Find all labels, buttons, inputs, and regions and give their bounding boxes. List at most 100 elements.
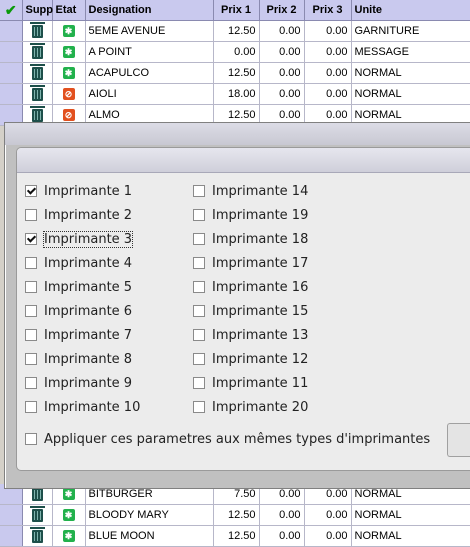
- dialog-side-button[interactable]: [447, 423, 470, 457]
- checkbox-box[interactable]: [25, 209, 37, 221]
- trash-icon[interactable]: [29, 484, 45, 501]
- delete-cell[interactable]: [22, 525, 53, 547]
- checkbox-box[interactable]: [193, 209, 205, 221]
- status-ok-icon[interactable]: ✱: [62, 67, 75, 80]
- checkbox-box[interactable]: [193, 233, 205, 245]
- checkbox-label[interactable]: Imprimante 5: [44, 280, 132, 295]
- table-row[interactable]: ⊘ AIOLI 18.00 0.00 0.00 NORMAL: [0, 83, 470, 105]
- prix3-cell[interactable]: 0.00: [304, 62, 352, 84]
- checkbox-box[interactable]: [25, 185, 37, 197]
- col-header-supp[interactable]: Supp: [22, 0, 53, 21]
- status-stop-icon[interactable]: ⊘: [62, 88, 75, 101]
- designation-cell[interactable]: A POINT: [85, 41, 214, 63]
- delete-cell[interactable]: [22, 62, 53, 84]
- printer-checkbox[interactable]: Imprimante 8: [25, 349, 132, 369]
- status-ok-icon[interactable]: ✱: [62, 530, 75, 543]
- prix3-cell[interactable]: 0.00: [304, 83, 352, 105]
- checkbox-box[interactable]: [25, 281, 37, 293]
- table-row[interactable]: ✱ BLUE MOON 12.50 0.00 0.00 NORMAL: [0, 525, 470, 547]
- trash-icon[interactable]: [29, 63, 45, 80]
- designation-cell[interactable]: BLUE MOON: [85, 525, 214, 547]
- checkbox-label[interactable]: Imprimante 14: [212, 184, 308, 199]
- status-cell[interactable]: ✱: [52, 525, 86, 547]
- printer-checkbox[interactable]: Imprimante 19: [193, 205, 308, 225]
- printer-checkbox[interactable]: Imprimante 1: [25, 181, 132, 201]
- checkbox-label[interactable]: Imprimante 16: [212, 280, 308, 295]
- checkbox-label[interactable]: Imprimante 1: [44, 184, 132, 199]
- status-ok-icon[interactable]: ✱: [62, 509, 75, 522]
- checkbox-box[interactable]: [193, 281, 205, 293]
- checkbox-box[interactable]: [25, 257, 37, 269]
- printer-checkbox[interactable]: Imprimante 15: [193, 301, 308, 321]
- prix2-cell[interactable]: 0.00: [259, 504, 305, 526]
- delete-cell[interactable]: [22, 41, 53, 63]
- col-header-etat[interactable]: Etat: [52, 0, 86, 21]
- prix1-cell[interactable]: 18.00: [213, 83, 260, 105]
- prix3-cell[interactable]: 0.00: [304, 20, 352, 42]
- status-ok-icon[interactable]: ✱: [62, 25, 75, 38]
- col-header-unite[interactable]: Unite: [351, 0, 470, 21]
- designation-cell[interactable]: AIOLI: [85, 83, 214, 105]
- checkbox-label[interactable]: Imprimante 7: [44, 328, 132, 343]
- designation-cell[interactable]: BLOODY MARY: [85, 504, 214, 526]
- prix2-cell[interactable]: 0.00: [259, 20, 305, 42]
- checkbox-box[interactable]: [193, 401, 205, 413]
- trash-icon[interactable]: [29, 526, 45, 543]
- col-header-designation[interactable]: Designation: [85, 0, 214, 21]
- checkbox-box[interactable]: [193, 353, 205, 365]
- unite-cell[interactable]: NORMAL: [351, 504, 470, 526]
- delete-cell[interactable]: [22, 20, 53, 42]
- checkbox-label[interactable]: Imprimante 15: [212, 304, 308, 319]
- checkbox-label[interactable]: Imprimante 2: [44, 208, 132, 223]
- prix1-cell[interactable]: 0.00: [213, 41, 260, 63]
- prix2-cell[interactable]: 0.00: [259, 41, 305, 63]
- prix1-cell[interactable]: 12.50: [213, 525, 260, 547]
- table-row[interactable]: ✱ A POINT 0.00 0.00 0.00 MESSAGE: [0, 41, 470, 63]
- status-ok-icon[interactable]: ✱: [62, 488, 75, 501]
- row-selector[interactable]: [0, 62, 23, 84]
- printer-checkbox[interactable]: Imprimante 4: [25, 253, 132, 273]
- unite-cell[interactable]: MESSAGE: [351, 41, 470, 63]
- printer-checkbox[interactable]: Imprimante 18: [193, 229, 308, 249]
- delete-cell[interactable]: [22, 504, 53, 526]
- prix3-cell[interactable]: 0.00: [304, 525, 352, 547]
- checkbox-label[interactable]: Imprimante 12: [212, 352, 308, 367]
- row-selector[interactable]: [0, 525, 23, 547]
- unite-cell[interactable]: NORMAL: [351, 525, 470, 547]
- status-cell[interactable]: ⊘: [52, 83, 86, 105]
- table-row[interactable]: ✱ BLOODY MARY 12.50 0.00 0.00 NORMAL: [0, 504, 470, 526]
- apply-same-types-checkbox[interactable]: Appliquer ces parametres aux mêmes types…: [25, 429, 430, 449]
- col-header-prix3[interactable]: Prix 3: [304, 0, 352, 21]
- printer-checkbox[interactable]: Imprimante 13: [193, 325, 308, 345]
- status-stop-icon[interactable]: ⊘: [62, 109, 75, 122]
- printer-checkbox[interactable]: Imprimante 20: [193, 397, 308, 417]
- printer-checkbox[interactable]: Imprimante 11: [193, 373, 308, 393]
- checkbox-label[interactable]: Imprimante 3: [42, 230, 134, 248]
- unite-cell[interactable]: NORMAL: [351, 62, 470, 84]
- prix2-cell[interactable]: 0.00: [259, 62, 305, 84]
- printer-checkbox[interactable]: Imprimante 16: [193, 277, 308, 297]
- checkbox-box[interactable]: [193, 257, 205, 269]
- status-cell[interactable]: ✱: [52, 41, 86, 63]
- prix2-cell[interactable]: 0.00: [259, 525, 305, 547]
- delete-cell[interactable]: [22, 83, 53, 105]
- table-row[interactable]: ✱ 5EME AVENUE 12.50 0.00 0.00 GARNITURE: [0, 20, 470, 42]
- checkbox-box[interactable]: [25, 401, 37, 413]
- prix3-cell[interactable]: 0.00: [304, 41, 352, 63]
- designation-cell[interactable]: ACAPULCO: [85, 62, 214, 84]
- printer-checkbox[interactable]: Imprimante 17: [193, 253, 308, 273]
- status-ok-icon[interactable]: ✱: [62, 46, 75, 59]
- checkbox-box[interactable]: [193, 185, 205, 197]
- trash-icon[interactable]: [29, 105, 45, 122]
- checkbox-box[interactable]: [25, 433, 37, 445]
- row-selector[interactable]: [0, 504, 23, 526]
- checkbox-box[interactable]: [193, 329, 205, 341]
- row-selector[interactable]: [0, 83, 23, 105]
- checkbox-label[interactable]: Imprimante 18: [212, 232, 308, 247]
- table-row[interactable]: ✱ ACAPULCO 12.50 0.00 0.00 NORMAL: [0, 62, 470, 84]
- trash-icon[interactable]: [29, 21, 45, 38]
- trash-icon[interactable]: [29, 42, 45, 59]
- printer-checkbox[interactable]: Imprimante 9: [25, 373, 132, 393]
- checkbox-box[interactable]: [193, 305, 205, 317]
- checkbox-label[interactable]: Imprimante 6: [44, 304, 132, 319]
